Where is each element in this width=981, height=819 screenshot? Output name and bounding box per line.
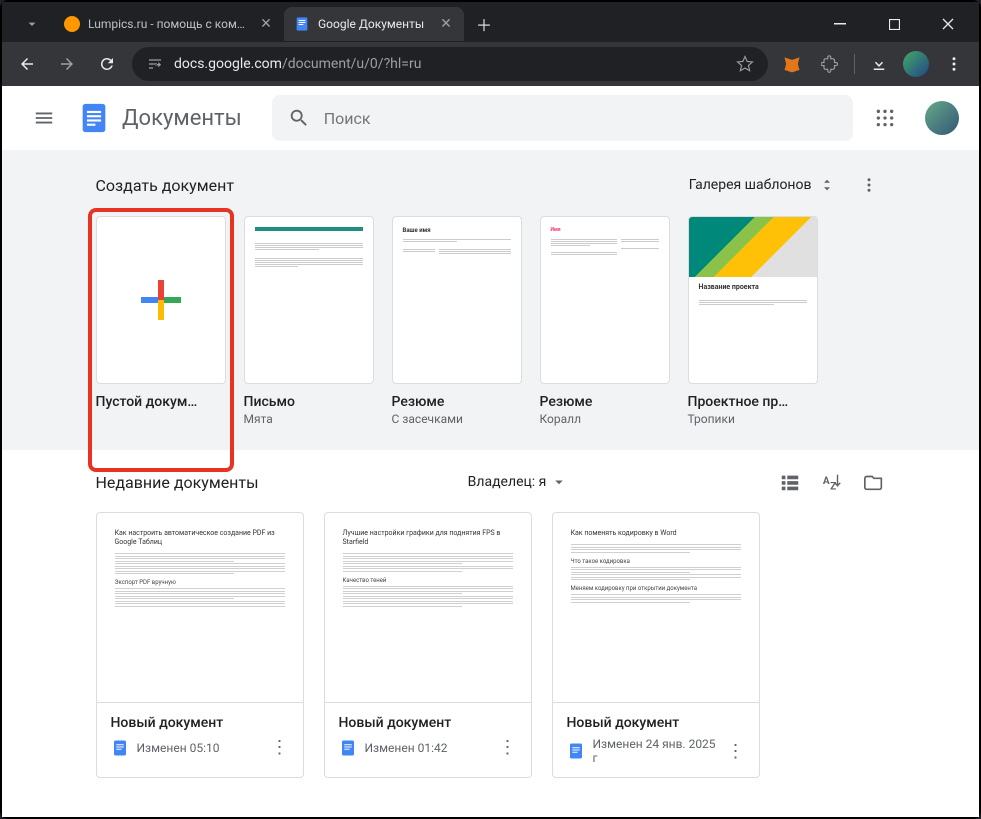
docs-favicon (294, 16, 310, 32)
document-name: Новый документ (567, 715, 745, 731)
close-icon[interactable]: ✕ (258, 16, 274, 32)
unfold-icon (818, 176, 836, 194)
template-blank[interactable]: Пустой докум… (96, 216, 226, 426)
template-subtitle: Мята (244, 412, 374, 426)
owner-filter-dropdown[interactable]: Владелец: я (468, 473, 569, 491)
browser-menu-button[interactable] (939, 49, 969, 79)
template-name: Письмо (244, 394, 374, 410)
forward-button[interactable] (52, 49, 82, 79)
list-view-button[interactable] (778, 470, 802, 494)
document-more-button[interactable]: ⋮ (271, 737, 289, 758)
document-name: Новый документ (111, 715, 289, 731)
document-thumbnail: Как настроить автоматическое создание PD… (97, 513, 303, 703)
maximize-button[interactable] (871, 8, 917, 40)
metamask-extension-icon[interactable] (778, 50, 806, 78)
template-resume-serif[interactable]: Ваше имя Резюме С засечками (392, 216, 522, 426)
nav-bar: docs.google.com/document/u/0/?hl=ru (2, 42, 979, 86)
profile-avatar[interactable] (903, 51, 929, 77)
address-bar[interactable]: docs.google.com/document/u/0/?hl=ru (132, 47, 768, 81)
tab-title: Google Документы (318, 17, 430, 31)
template-subtitle: С засечками (392, 412, 522, 426)
site-settings-icon[interactable] (146, 55, 164, 73)
google-apps-button[interactable] (863, 96, 907, 140)
back-button[interactable] (12, 49, 42, 79)
docs-file-icon (567, 742, 585, 760)
document-more-button[interactable]: ⋮ (499, 737, 517, 758)
template-name: Пустой докум… (96, 394, 226, 410)
templates-heading: Создать документ (96, 176, 235, 195)
templates-section: Создать документ Галерея шаблонов (2, 150, 979, 450)
docs-logo-icon[interactable] (76, 100, 112, 136)
reload-button[interactable] (92, 49, 122, 79)
bookmark-icon[interactable] (736, 55, 754, 73)
window-controls (817, 8, 971, 40)
extensions-icon[interactable] (816, 50, 844, 78)
document-card[interactable]: Лучшие настройки графики для поднятия FP… (324, 512, 532, 778)
template-gallery-button[interactable]: Галерея шаблонов (679, 170, 846, 200)
open-picker-button[interactable] (862, 470, 886, 494)
account-avatar[interactable] (925, 101, 959, 135)
document-modified: Изменен 05:10 (137, 741, 263, 755)
recent-heading: Недавние документы (96, 473, 259, 492)
document-thumbnail: Лучшие настройки графики для поднятия FP… (325, 513, 531, 703)
tab-search-button[interactable] (10, 16, 54, 32)
close-window-button[interactable] (925, 8, 971, 40)
template-letter[interactable]: Письмо Мята (244, 216, 374, 426)
browser-chrome: Lumpics.ru - помощь с компью ✕ Google До… (2, 2, 979, 86)
template-project-proposal[interactable]: Название проекта Проектное пр… Тропики (688, 216, 818, 426)
tab-bar: Lumpics.ru - помощь с компью ✕ Google До… (2, 2, 979, 42)
dropdown-icon (550, 473, 568, 491)
plus-icon (141, 280, 181, 320)
main-menu-button[interactable] (22, 96, 66, 140)
recent-section: Недавние документы Владелец: я AZ Как на… (2, 450, 979, 817)
template-name: Резюме (392, 394, 522, 410)
svg-text:A: A (822, 476, 829, 487)
search-input[interactable] (324, 109, 837, 128)
app-title: Документы (122, 106, 242, 131)
template-name: Резюме (540, 394, 670, 410)
search-box[interactable] (272, 95, 853, 141)
url-text: docs.google.com/document/u/0/?hl=ru (174, 56, 726, 72)
tab-title: Lumpics.ru - помощь с компью (88, 17, 250, 31)
sort-button[interactable]: AZ (820, 470, 844, 494)
document-name: Новый документ (339, 715, 517, 731)
docs-file-icon (339, 739, 357, 757)
template-name: Проектное пр… (688, 394, 818, 410)
page-content: Документы Создать документ Галерея шабло… (2, 86, 979, 817)
document-card[interactable]: Как поменять кодировку в Word Что такое … (552, 512, 760, 778)
template-resume-coral[interactable]: Имя Резюме Коралл (540, 216, 670, 426)
document-modified: Изменен 01:42 (365, 741, 491, 755)
template-subtitle: Коралл (540, 412, 670, 426)
close-icon[interactable]: ✕ (438, 16, 454, 32)
docs-header: Документы (2, 86, 979, 150)
document-more-button[interactable]: ⋮ (727, 741, 745, 762)
browser-tab-1[interactable]: Google Документы ✕ (284, 7, 464, 41)
downloads-icon[interactable] (865, 50, 893, 78)
docs-file-icon (111, 739, 129, 757)
templates-more-button[interactable] (852, 168, 886, 202)
favicon (64, 16, 80, 32)
browser-tab-0[interactable]: Lumpics.ru - помощь с компью ✕ (54, 7, 284, 41)
document-thumbnail: Как поменять кодировку в Word Что такое … (553, 513, 759, 703)
template-subtitle: Тропики (688, 412, 818, 426)
document-card[interactable]: Как настроить автоматическое создание PD… (96, 512, 304, 778)
search-icon (288, 107, 310, 129)
minimize-button[interactable] (817, 8, 863, 40)
document-modified: Изменен 24 янв. 2025 г (593, 737, 719, 765)
new-tab-button[interactable]: ＋ (470, 10, 498, 38)
divider (854, 54, 855, 74)
